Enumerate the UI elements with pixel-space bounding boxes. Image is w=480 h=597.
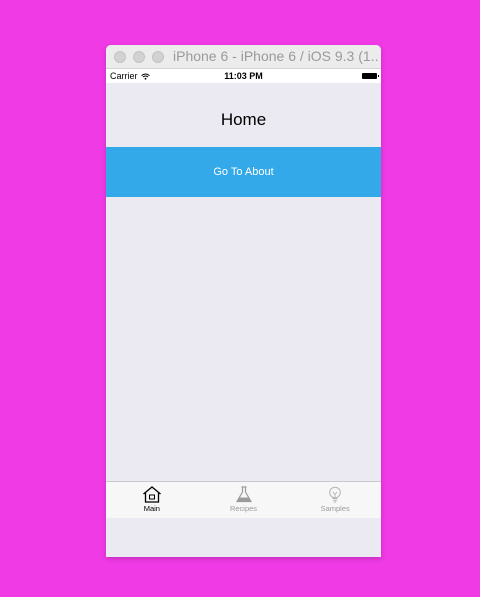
minimize-window-button[interactable] — [133, 50, 145, 63]
house-icon — [142, 486, 161, 503]
zoom-window-button[interactable] — [152, 50, 164, 63]
window-controls — [114, 50, 164, 63]
status-bar: Carrier 11:03 PM — [106, 69, 381, 83]
status-time: 11:03 PM — [224, 71, 263, 81]
lightbulb-icon — [329, 486, 341, 503]
battery-icon — [362, 73, 379, 79]
tab-samples-label: Samples — [320, 504, 350, 513]
tab-recipes[interactable]: Recipes — [198, 482, 290, 518]
tab-samples[interactable]: Samples — [289, 482, 381, 518]
screen-content: Home Go To About Main Recipes Samples — [106, 83, 381, 518]
go-to-about-button[interactable]: Go To About — [106, 147, 381, 197]
close-window-button[interactable] — [114, 50, 126, 63]
simulator-window: iPhone 6 - iPhone 6 / iOS 9.3 (1... Carr… — [106, 45, 381, 557]
tab-main[interactable]: Main — [106, 482, 198, 518]
tab-bar: Main Recipes Samples — [106, 481, 381, 518]
page-title: Home — [220, 110, 267, 129]
window-title: iPhone 6 - iPhone 6 / iOS 9.3 (1... — [173, 48, 379, 64]
window-titlebar: iPhone 6 - iPhone 6 / iOS 9.3 (1... — [106, 45, 381, 69]
flask-icon — [235, 486, 252, 503]
tab-recipes-label: Recipes — [229, 504, 258, 513]
tab-main-label: Main — [143, 504, 160, 513]
